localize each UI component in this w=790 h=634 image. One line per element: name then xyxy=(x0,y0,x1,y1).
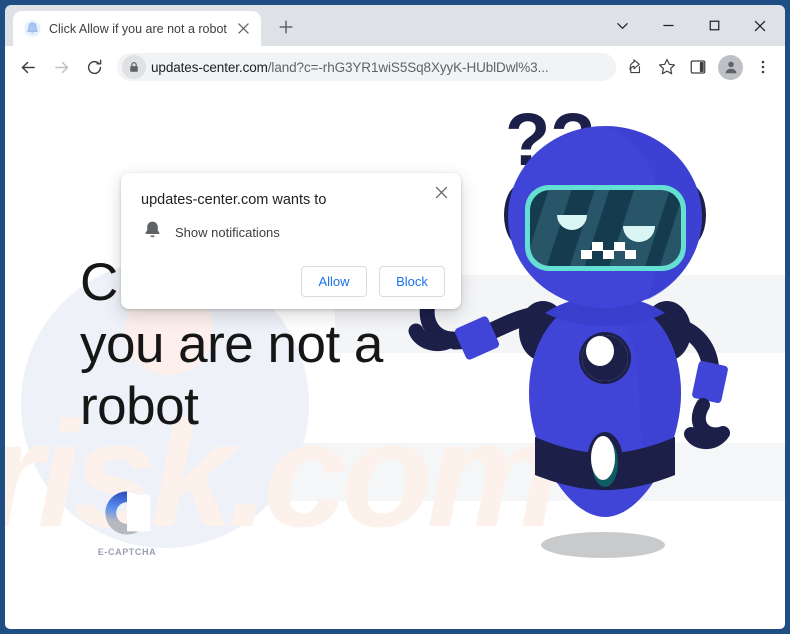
permission-label: Show notifications xyxy=(175,224,280,240)
browser-window: Click Allow if you are not a robot updat… xyxy=(0,0,790,634)
side-panel-icon[interactable] xyxy=(683,52,713,82)
reload-button[interactable] xyxy=(78,51,110,83)
notification-permission-dialog: updates-center.com wants to Show notific… xyxy=(121,173,461,309)
page-viewport: risk.com Click Allow if you are not a ro… xyxy=(5,88,785,629)
dialog-title: updates-center.com wants to xyxy=(141,192,327,208)
share-icon[interactable] xyxy=(621,52,651,82)
new-tab-button[interactable] xyxy=(273,14,299,40)
ecaptcha-label: E-CAPTCHA xyxy=(97,547,157,557)
dialog-close-icon[interactable] xyxy=(430,181,452,203)
bookmark-star-icon[interactable] xyxy=(652,52,682,82)
profile-avatar[interactable] xyxy=(718,54,743,80)
permission-row: Show notifications xyxy=(141,220,445,244)
url-host: updates-center.com xyxy=(151,59,268,75)
bell-favicon-icon xyxy=(24,20,41,37)
forward-button[interactable] xyxy=(45,51,77,83)
tab-close-icon[interactable] xyxy=(235,20,253,38)
url-text: updates-center.com/land?c=-rhG3YR1wiS5Sq… xyxy=(151,60,549,75)
three-dot-menu-icon[interactable] xyxy=(748,52,778,82)
allow-button[interactable]: Allow xyxy=(301,266,367,297)
address-bar[interactable]: updates-center.com/land?c=-rhG3YR1wiS5Sq… xyxy=(117,53,616,81)
robot-illustration: ?? xyxy=(385,93,785,573)
robot-shadow xyxy=(541,532,665,558)
tab-search-chevron-down-icon[interactable] xyxy=(599,5,645,46)
window-controls xyxy=(599,5,785,46)
browser-tab[interactable]: Click Allow if you are not a robot xyxy=(13,11,261,46)
ecaptcha-c-icon xyxy=(105,491,151,535)
ecaptcha-logo: E-CAPTCHA xyxy=(87,488,167,557)
url-path: /land?c=-rhG3YR1wiS5Sq8XyyK-HUblDwl%3... xyxy=(267,59,549,75)
back-button[interactable] xyxy=(12,51,44,83)
close-window-icon[interactable] xyxy=(737,5,783,46)
bell-icon xyxy=(144,220,161,244)
tab-strip: Click Allow if you are not a robot xyxy=(5,5,785,46)
lock-icon[interactable] xyxy=(122,55,146,79)
minimize-window-icon[interactable] xyxy=(645,5,691,46)
tab-title: Click Allow if you are not a robot xyxy=(49,21,227,36)
block-button[interactable]: Block xyxy=(379,266,445,297)
maximize-window-icon[interactable] xyxy=(691,5,737,46)
dialog-button-row: Allow Block xyxy=(141,266,445,297)
browser-toolbar: updates-center.com/land?c=-rhG3YR1wiS5Sq… xyxy=(5,46,785,88)
